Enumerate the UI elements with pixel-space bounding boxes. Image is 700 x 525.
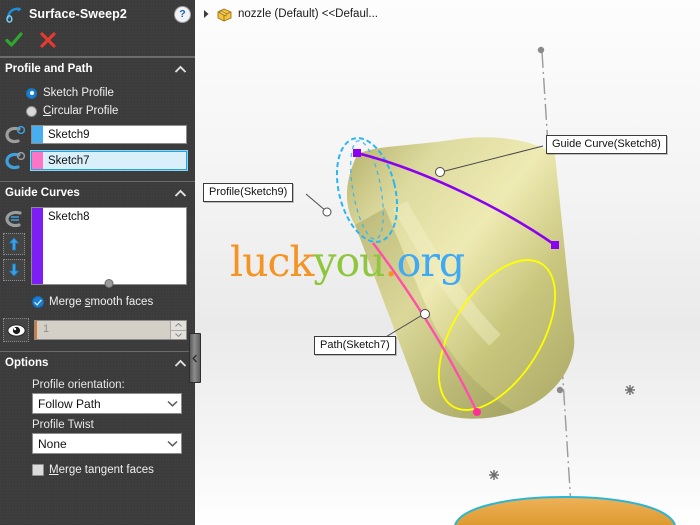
section-title-options: Options — [5, 357, 49, 369]
path-selection-icon[interactable] — [3, 151, 27, 171]
merge-smooth-faces-checkbox[interactable] — [32, 296, 44, 308]
guide-curves-row: Sketch8 — [0, 207, 195, 288]
merge-tangent-faces-row[interactable]: Merge tangent faces — [0, 461, 195, 479]
move-down-button[interactable] — [3, 259, 25, 281]
accept-check-icon[interactable] — [5, 31, 23, 49]
chevron-down-icon — [175, 332, 182, 337]
show-sections-button[interactable] — [3, 318, 29, 342]
ok-cancel-row — [0, 28, 195, 52]
chevron-left-icon — [192, 354, 197, 362]
chevron-up-icon[interactable] — [174, 359, 187, 368]
section-title-guide-curves: Guide Curves — [5, 187, 80, 199]
arrow-down-icon — [8, 263, 20, 277]
property-manager-header: Surface-Sweep2 ? — [0, 0, 195, 28]
profile-selection-value: Sketch9 — [48, 128, 90, 141]
origin-marker-bottom — [489, 470, 499, 480]
breadcrumb-label[interactable]: nozzle (Default) <<Defaul... — [238, 8, 378, 20]
spinner-down-button[interactable] — [171, 330, 186, 339]
part-icon — [217, 8, 232, 21]
breadcrumb: nozzle (Default) <<Defaul... — [195, 0, 700, 28]
profile-orientation-label: Profile orientation: — [32, 379, 125, 391]
radio-circular-profile[interactable]: Circular Profile — [0, 102, 195, 120]
guide-curves-tools — [3, 207, 27, 285]
help-icon[interactable]: ? — [174, 5, 191, 23]
path-selection-value: Sketch7 — [48, 154, 90, 167]
merge-smooth-faces-row[interactable]: Merge smooth faces — [0, 293, 195, 311]
path-callout[interactable]: Path(Sketch7) — [314, 336, 396, 355]
profile-color-swatch — [32, 126, 43, 143]
path-selection-box[interactable]: Sketch7 — [30, 150, 188, 171]
guide-curve-callout-label: Guide Curve(Sketch8) — [552, 138, 661, 150]
eye-icon — [6, 323, 26, 337]
guide-curve-item-value: Sketch8 — [48, 211, 90, 223]
guide-curves-list[interactable]: Sketch8 — [31, 207, 187, 288]
property-manager-panel: Surface-Sweep2 ? Profile and Path Sketch… — [0, 0, 195, 525]
model-geometry — [305, 46, 676, 525]
guide-curve-color-swatch — [32, 208, 43, 284]
resize-grip[interactable] — [104, 279, 114, 288]
radio-sketch-profile-label: Sketch Profile — [43, 87, 114, 99]
profile-orientation-value: Follow Path — [38, 396, 101, 411]
profile-selection-box[interactable]: Sketch9 — [31, 125, 187, 144]
expand-arrow-icon[interactable] — [201, 8, 211, 20]
section-header-profile-and-path[interactable]: Profile and Path — [0, 57, 195, 80]
profile-selection-icon[interactable] — [3, 125, 27, 145]
path-color-swatch — [32, 152, 43, 169]
sweep-icon — [6, 6, 22, 23]
spinner-buttons — [170, 321, 186, 339]
chevron-up-icon[interactable] — [174, 189, 187, 198]
section-number-value[interactable]: 1 — [35, 321, 170, 339]
chevron-up-icon[interactable] — [174, 65, 187, 74]
guide-curve-callout[interactable]: Guide Curve(Sketch8) — [546, 135, 667, 154]
radio-circular-profile-indicator[interactable] — [26, 105, 37, 117]
move-up-button[interactable] — [3, 233, 25, 255]
path-selection-row: Sketch7 — [0, 149, 195, 172]
property-manager-title: Surface-Sweep2 — [29, 7, 127, 21]
profile-callout-label: Profile(Sketch9) — [209, 186, 288, 198]
chevron-down-icon[interactable] — [163, 400, 181, 407]
guide-curve-selection-icon[interactable] — [3, 209, 27, 229]
arrow-up-icon — [8, 237, 20, 251]
show-sections-row: 1 — [0, 317, 195, 343]
panel-collapse-handle[interactable] — [189, 333, 201, 383]
profile-twist-select[interactable]: None — [32, 433, 182, 454]
section-header-options[interactable]: Options — [0, 351, 195, 374]
graphics-viewport[interactable]: luckyou.org nozzle (Default) <<Defaul...… — [195, 0, 700, 525]
radio-sketch-profile[interactable]: Sketch Profile — [0, 84, 195, 102]
profile-orientation-select[interactable]: Follow Path — [32, 393, 182, 414]
merge-tangent-faces-checkbox[interactable] — [32, 464, 44, 476]
chevron-up-icon — [175, 323, 182, 328]
chevron-down-icon[interactable] — [163, 440, 181, 447]
origin-marker-right — [625, 385, 635, 395]
profile-selection-row: Sketch9 — [0, 123, 195, 146]
section-header-guide-curves[interactable]: Guide Curves — [0, 181, 195, 204]
profile-twist-value: None — [38, 436, 67, 451]
swept-surface[interactable] — [346, 137, 575, 419]
spinner-up-button[interactable] — [171, 321, 186, 331]
radio-sketch-profile-indicator[interactable] — [26, 87, 37, 99]
solidworks-window: luckyou.org nozzle (Default) <<Defaul...… — [0, 0, 700, 525]
nozzle-dome[interactable] — [454, 495, 676, 525]
section-title-profile-and-path: Profile and Path — [5, 63, 93, 75]
profile-callout[interactable]: Profile(Sketch9) — [203, 183, 294, 202]
cancel-x-icon[interactable] — [39, 31, 57, 49]
path-callout-label: Path(Sketch7) — [320, 339, 390, 351]
profile-twist-label: Profile Twist — [32, 419, 94, 431]
section-number-spinner[interactable]: 1 — [34, 320, 187, 340]
